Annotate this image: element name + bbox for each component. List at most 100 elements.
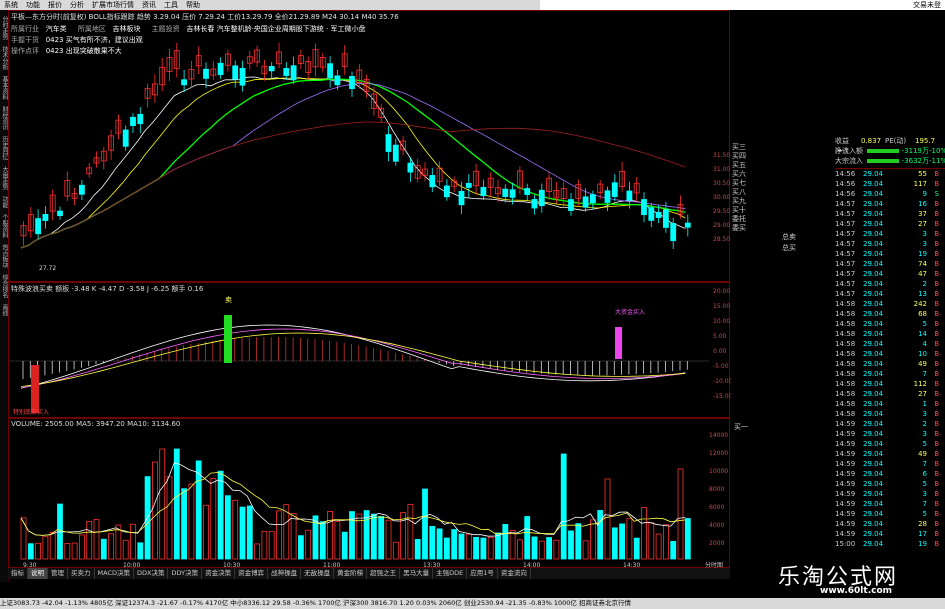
- volume-bar: [100, 538, 107, 560]
- tick-row: 15:00 29.04 19 B: [835, 540, 939, 548]
- tick-row: 14:56 29.04 9 S: [835, 190, 939, 198]
- tick-row: 14:57 29.04 2 B: [835, 280, 939, 288]
- tab-8[interactable]: 资金博弈: [235, 568, 269, 579]
- volume-bar: [276, 510, 282, 560]
- tab-14[interactable]: 主强DDE: [433, 568, 468, 579]
- volume-bar: [385, 519, 392, 560]
- candle: [641, 199, 647, 216]
- volume-bar: [392, 541, 399, 560]
- volume-bar: [334, 521, 341, 560]
- kline-chart[interactable]: 31.50 31.00 30.50 30.00 29.50 29.00 28.50: [9, 11, 731, 283]
- volume-bar: [49, 531, 56, 560]
- candle: [531, 199, 538, 209]
- candle: [663, 209, 669, 228]
- ma-line-20: [20, 78, 686, 249]
- tab-6[interactable]: DDY决策: [168, 568, 203, 579]
- tab-11[interactable]: 黄金阶梯: [334, 568, 368, 579]
- kline-panel[interactable]: 平板—东方分时(前复权) BOLL指标跟踪 趋势 3.29.04 压价 7.29…: [8, 10, 730, 282]
- indicator-axis-label: 5.00: [713, 333, 727, 340]
- candle: [611, 182, 618, 197]
- tick-row: 14:59 29.04 6 B: [835, 470, 939, 478]
- menu-item-7[interactable]: 帮助: [182, 0, 204, 10]
- tab-5[interactable]: DDX决策: [134, 568, 169, 579]
- tick-row: 14:59 29.04 28 B: [835, 520, 939, 528]
- sell-signal-bar: [224, 315, 232, 363]
- tick-row: 14:58 29.04 1 B: [835, 400, 939, 408]
- volume-chart[interactable]: 14000120001000080006000400020009:30 10:00…: [9, 419, 731, 569]
- candle: [349, 75, 355, 89]
- indicator-panel[interactable]: 特殊波浪买卖 额板 -3.48 K -4.47 D -3.58 J -6.25 …: [8, 282, 731, 419]
- candle: [290, 65, 297, 81]
- tab-13[interactable]: 黑马大量: [400, 568, 434, 579]
- candle: [283, 68, 290, 76]
- tab-1[interactable]: 说明: [28, 568, 48, 579]
- tab-4[interactable]: MACD决策: [95, 568, 134, 579]
- volume-bar: [524, 516, 531, 560]
- tick-row: 14:57 29.04 19 B: [835, 250, 939, 258]
- volume-bar: [611, 527, 618, 560]
- tab-9[interactable]: 战神操盘: [268, 568, 302, 579]
- volume-bar: [575, 523, 582, 560]
- candle: [670, 222, 677, 242]
- volume-bar: [203, 504, 209, 560]
- volume-bar: [502, 524, 509, 560]
- tick-row: 14:58 29.04 4 B: [835, 340, 939, 348]
- candle: [35, 218, 42, 235]
- sell-signal-label: 卖: [225, 296, 232, 304]
- volume-bar: [159, 448, 166, 560]
- volume-bar: [188, 483, 195, 560]
- indicator-line: [20, 328, 686, 389]
- tick-list[interactable]: 14:56 29.04 55 B 14:56 29.04 117 B 14:56 29.04 9 S 1…: [835, 168, 945, 549]
- candle: [57, 210, 63, 217]
- login-status[interactable]: 交易未登: [913, 0, 941, 10]
- volume-bar: [538, 540, 545, 560]
- candle: [130, 116, 136, 126]
- candle: [590, 194, 596, 204]
- indicator-axis-label: 0.00: [713, 348, 727, 355]
- indicator-tabs: 指标 说明 管理 买卖力 MACD决策 DDX决策 DDY决策 资金决策 资金博弈 战神操盘 无敌操…: [8, 568, 730, 579]
- tab-3[interactable]: 买卖力: [68, 568, 95, 579]
- volume-axis-label: 12000: [709, 450, 728, 457]
- tab-10[interactable]: 无敌操盘: [301, 568, 335, 579]
- tab-16[interactable]: 资金流向: [498, 568, 531, 579]
- volume-bar: [495, 532, 501, 560]
- volume-bar: [130, 523, 136, 560]
- candle: [217, 62, 224, 76]
- candle: [392, 144, 399, 162]
- indicator-chart[interactable]: 20.00 15.00 10.00 5.00 0.00 -5.00 -10.00 -15.00: [9, 283, 731, 419]
- tab-0[interactable]: 指标: [8, 568, 28, 579]
- menu-item-5[interactable]: 资讯: [138, 0, 160, 10]
- candle: [429, 175, 436, 188]
- menu-item-2[interactable]: 报价: [44, 0, 66, 10]
- menu-item-3[interactable]: 分析: [66, 0, 88, 10]
- volume-bar: [655, 533, 662, 560]
- candle: [268, 66, 275, 72]
- tick-row: 14:57 29.04 3 B: [835, 230, 939, 238]
- order-book-buy1: 买一: [734, 423, 748, 431]
- price-axis-label: 30.50: [713, 180, 730, 187]
- tab-2[interactable]: 管理: [48, 568, 68, 579]
- candle: [648, 207, 655, 221]
- volume-bar: [568, 530, 574, 560]
- menu-item-6[interactable]: 工具: [160, 0, 182, 10]
- tab-15[interactable]: 应用1号: [467, 568, 498, 579]
- volume-bar: [86, 520, 93, 560]
- flow-row-net: 净流入额 -3119万 -10%: [835, 147, 945, 155]
- volume-bar: [71, 542, 78, 560]
- tick-row: 14:58 29.04 68 B: [835, 310, 939, 318]
- volume-bar: [290, 513, 297, 560]
- title-bar-right: 交易未登: [540, 0, 945, 10]
- tab-12[interactable]: 超强之王: [367, 568, 401, 579]
- volume-bar: [604, 478, 611, 560]
- volume-panel[interactable]: VOLUME: 2505.00 MA5: 3947.20 MA10: 3134.…: [8, 418, 731, 569]
- tab-7[interactable]: 资金决策: [202, 568, 236, 579]
- menu-item-1[interactable]: 功能: [22, 0, 44, 10]
- price-axis-label: 29.50: [713, 208, 730, 215]
- volume-bar: [370, 513, 377, 560]
- volume-bar: [560, 453, 567, 560]
- volume-bar: [553, 539, 560, 560]
- menu-item-4[interactable]: 扩展市场行情: [88, 0, 138, 10]
- menu-item-0[interactable]: 系统: [0, 0, 22, 10]
- price-axis-label: 31.50: [713, 152, 730, 159]
- volume-axis-label: 2000: [709, 540, 724, 547]
